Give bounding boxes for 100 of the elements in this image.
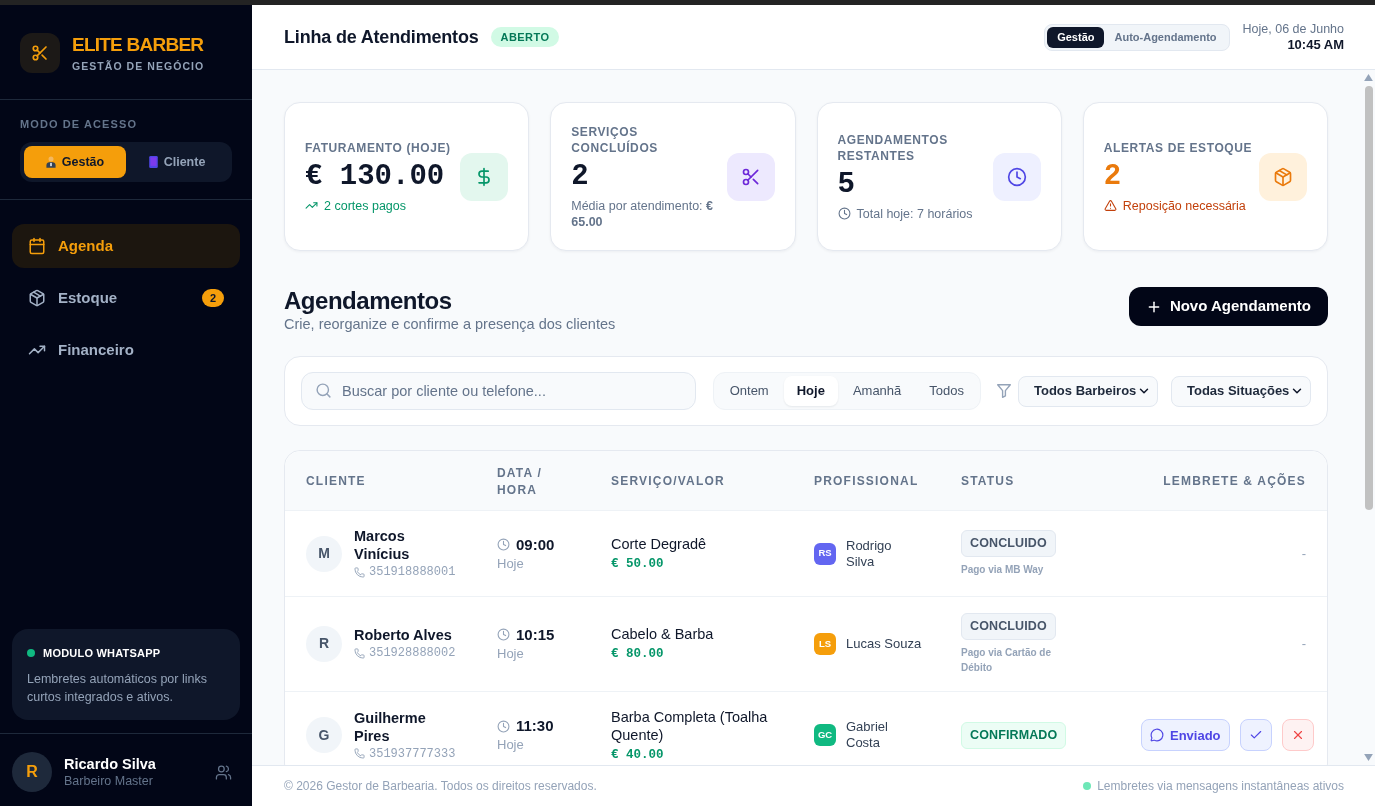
column-header: LEMBRETE & AÇÕES <box>1163 474 1306 488</box>
day-tab[interactable]: Ontem <box>716 376 782 406</box>
client-name: Guilherme Pires <box>354 708 427 745</box>
stat-label: FATURAMENTO (HOJE) <box>305 139 452 156</box>
dropdown[interactable]: Todos Barbeiros <box>1018 375 1158 407</box>
cancel-button[interactable] <box>1281 719 1314 752</box>
no-actions-text: - <box>1301 635 1306 654</box>
brand-title: ELITE BARBER <box>72 33 205 57</box>
new-appointment-button[interactable]: Novo Agendamento <box>1128 287 1328 326</box>
professional-initials-icon: LS <box>814 632 836 655</box>
brand-subtitle: GESTÃO DE NEGÓCIO <box>72 59 205 73</box>
client-name: Marcos Vinícius <box>354 527 411 563</box>
clock-icon <box>497 538 510 551</box>
service-name: Corte Degradê <box>611 535 708 553</box>
access-mode-option[interactable]: Gestão <box>24 146 126 178</box>
search-icon <box>315 382 332 399</box>
stat-value: € 130.00 <box>305 158 446 195</box>
client-phone: 351918888001 <box>369 564 456 580</box>
scissors-icon <box>20 33 60 73</box>
mode-tab[interactable]: Auto-Agendamento <box>1104 26 1227 48</box>
client-avatar: G <box>306 717 342 754</box>
reminder-sent-button[interactable]: Enviado <box>1141 719 1230 752</box>
nav-item[interactable]: Agenda <box>12 224 240 268</box>
professional-name: Rodrigo Silva <box>846 537 893 570</box>
appointment-time: 11:30 <box>516 716 554 737</box>
day-tab[interactable]: Amanhã <box>839 376 915 406</box>
appointment-time: 10:15 <box>516 624 555 645</box>
appointment-day: Hoje <box>497 554 611 573</box>
clock-icon <box>837 207 851 220</box>
section-title: Agendamentos <box>284 287 453 314</box>
dropdown-value: Todas Situações <box>1187 382 1290 401</box>
current-time: 10:45 AM <box>1287 37 1344 53</box>
stat-label: AGENDAMENTOS RESTANTES <box>837 131 949 164</box>
clock-icon <box>992 152 1041 201</box>
professional-name: Gabriel Costa <box>846 719 889 752</box>
day-tab[interactable]: Todos <box>916 376 977 406</box>
reminders-status-text: Lembretes via mensagens instantâneas ativos <box>1097 778 1344 795</box>
nav-item[interactable]: Financeiro <box>12 328 240 372</box>
filter-icon <box>997 384 1011 398</box>
phone-icon <box>354 647 365 659</box>
service-price: € 40.00 <box>611 746 665 763</box>
calendar-icon <box>28 237 46 255</box>
page-title: Linha de Atendimentos <box>284 25 479 49</box>
column-header: CLIENTE <box>306 474 366 488</box>
box-icon <box>1259 152 1307 201</box>
user-name: Ricardo Silva <box>64 755 157 773</box>
stat-value: 5 <box>837 166 856 203</box>
chat-bubble-icon <box>1150 728 1164 743</box>
phone-icon <box>354 748 365 760</box>
column-header: PROFISSIONAL <box>814 474 919 488</box>
service-name: Barba Completa (Toalha Quente) <box>611 707 769 744</box>
mode-tab[interactable]: Gestão <box>1047 26 1105 48</box>
current-date: Hoje, 06 de Junho <box>1242 21 1344 37</box>
access-mode-label: MODO DE ACESSO <box>20 117 139 131</box>
column-header: DATA / HORA <box>497 465 542 497</box>
dollar-icon <box>460 152 509 201</box>
column-header: STATUS <box>961 474 1015 488</box>
status-badge: ABERTO <box>490 26 560 48</box>
stat-value: 2 <box>1103 158 1123 195</box>
copyright-text: © 2026 Gestor de Barbearia. Todos os direitos reservados. <box>284 778 597 795</box>
status-badge: CONCLUIDO <box>961 530 1056 557</box>
clock-icon <box>497 719 510 733</box>
count-badge: 2 <box>202 289 224 307</box>
warning-icon <box>1103 199 1117 212</box>
column-header: SERVIÇO/VALOR <box>611 474 725 488</box>
nav-item[interactable]: Estoque 2 <box>12 276 240 320</box>
scroll-up-arrow-icon[interactable] <box>1364 74 1373 81</box>
payment-note: Pago via Cartão de Débito <box>961 645 1053 675</box>
access-mode-option[interactable]: Cliente <box>126 146 228 178</box>
trending-up-icon <box>305 199 318 212</box>
dropdown-value: Todos Barbeiros <box>1034 382 1137 401</box>
phone-icon <box>354 566 365 578</box>
search-field[interactable]: Buscar por cliente ou telefone... <box>301 372 696 410</box>
no-actions-text: - <box>1301 544 1306 563</box>
day-tab[interactable]: Hoje <box>783 376 838 406</box>
whatsapp-module-text: Lembretes automáticos por links curtos integrados e ativos. <box>27 671 208 706</box>
professional-name: Lucas Souza <box>846 635 922 652</box>
stat-note: Total hoje: 7 horários <box>856 205 973 222</box>
appointment-time: 09:00 <box>516 534 555 555</box>
dropdown[interactable]: Todas Situações <box>1171 375 1311 407</box>
stat-value: 2 <box>571 158 590 195</box>
users-icon[interactable] <box>215 763 232 781</box>
scroll-down-arrow-icon[interactable] <box>1364 754 1373 761</box>
status-badge: CONFIRMADO <box>961 721 1067 749</box>
scrollbar-thumb[interactable] <box>1364 86 1373 510</box>
service-name: Cabelo & Barba <box>611 625 715 644</box>
service-price: € 50.00 <box>611 556 665 572</box>
user-avatar: R <box>12 752 52 792</box>
user-role: Barbeiro Master <box>64 773 154 789</box>
professional-initials-icon: RS <box>814 542 836 565</box>
confirm-button[interactable] <box>1239 719 1272 752</box>
stat-note: 2 cortes pagos <box>324 197 406 214</box>
box-icon <box>28 289 46 307</box>
stat-label: ALERTAS DE ESTOQUE <box>1103 139 1254 156</box>
phone-icon <box>148 156 158 168</box>
appointment-day: Hoje <box>497 644 611 663</box>
scissors-icon <box>726 152 775 201</box>
clock-icon <box>497 628 510 642</box>
stat-label: SERVIÇOS CONCLUÍDOS <box>571 123 659 156</box>
section-subtitle: Crie, reorganize e confirme a presença dos clientes <box>284 315 616 334</box>
